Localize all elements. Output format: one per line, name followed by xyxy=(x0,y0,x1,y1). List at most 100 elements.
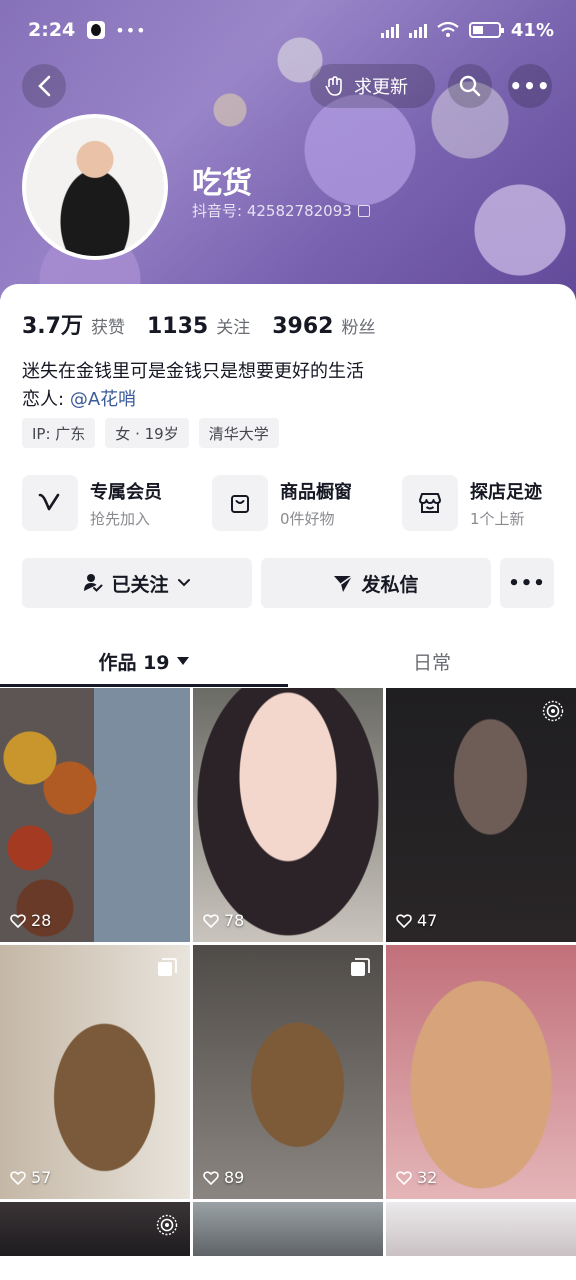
like-count-value: 89 xyxy=(224,1168,245,1187)
stat-following-count: 1135 xyxy=(146,314,209,339)
send-icon xyxy=(334,575,353,592)
more-notifications-icon: ••• xyxy=(115,20,147,40)
feature-vip[interactable]: 专属会员 抢先加入 xyxy=(22,474,212,532)
video-thumbnail[interactable]: 28 xyxy=(0,688,190,942)
live-photo-icon xyxy=(156,1214,178,1236)
caret-down-icon xyxy=(176,657,189,665)
profile-name: 吃货 xyxy=(192,166,252,201)
request-update-button[interactable]: 求更新 xyxy=(310,64,435,108)
signal-2-icon xyxy=(408,22,427,38)
bio-partner-prefix: 恋人: xyxy=(22,389,65,410)
action-row: 已关注 发私信 ••• xyxy=(22,558,554,610)
like-count: 89 xyxy=(203,1168,244,1187)
send-message-button[interactable]: 发私信 xyxy=(261,558,491,608)
chevron-down-icon xyxy=(177,579,190,587)
profile-tags: IP: 广东 女 · 19岁 清华大学 xyxy=(22,418,279,448)
profile-screen: 2:24 ••• 41% 求更新 ••• 吃货 抖音号: 42582782093 xyxy=(0,0,576,1280)
hand-wave-icon xyxy=(325,76,342,96)
stat-following[interactable]: 1135 关注 xyxy=(147,313,250,339)
tab-works[interactable]: 作品 19 xyxy=(0,636,288,686)
like-count-value: 47 xyxy=(417,911,438,930)
user-check-icon xyxy=(84,574,103,592)
like-count: 78 xyxy=(203,911,244,930)
video-thumbnail[interactable] xyxy=(193,1202,383,1256)
qq-notification-icon xyxy=(87,21,106,39)
heart-icon xyxy=(396,913,412,928)
bio-mention-link[interactable]: @A花哨 xyxy=(70,389,136,410)
multi-image-icon xyxy=(158,958,177,976)
heart-icon xyxy=(396,1170,412,1185)
avatar[interactable] xyxy=(22,114,168,260)
stat-followers[interactable]: 3962 粉丝 xyxy=(272,313,375,339)
battery-icon xyxy=(468,22,504,38)
video-thumbnail[interactable] xyxy=(0,1202,190,1256)
video-thumbnail[interactable]: 78 xyxy=(193,688,383,942)
like-count: 32 xyxy=(396,1168,437,1187)
feature-shop-title: 商品橱窗 xyxy=(280,481,352,503)
active-tab-indicator xyxy=(0,684,288,687)
feature-store-visits[interactable]: 探店足迹 1个上新 xyxy=(402,474,576,532)
feature-shop-window[interactable]: 商品橱窗 0件好物 xyxy=(212,474,402,532)
bio-line: 迷失在金钱里可是金钱只是想要更好的生活 xyxy=(22,361,364,382)
status-bar: 2:24 ••• 41% xyxy=(0,0,576,60)
more-menu-button[interactable]: ••• xyxy=(508,64,552,108)
video-thumbnail[interactable]: 47 xyxy=(386,688,576,942)
more-actions-button[interactable]: ••• xyxy=(500,558,554,608)
video-thumbnail[interactable]: 57 xyxy=(0,945,190,1199)
search-icon xyxy=(459,75,481,97)
like-count-value: 57 xyxy=(31,1168,52,1187)
stats-row: 3.7万 获赞 1135 关注 3962 粉丝 xyxy=(22,308,375,340)
heart-icon xyxy=(203,1170,219,1185)
feature-vip-sub: 抢先加入 xyxy=(90,509,151,528)
bio-partner-line: 恋人: @A花哨 xyxy=(22,386,364,414)
video-grid: 28 78 47 57 89 32 xyxy=(0,688,576,1256)
douyin-id[interactable]: 抖音号: 42582782093 xyxy=(192,200,370,221)
profile-card: 3.7万 获赞 1135 关注 3962 粉丝 迷失在金钱里可是金钱只是想要更好… xyxy=(0,284,576,1280)
tag-school[interactable]: 清华大学 xyxy=(198,418,279,448)
send-message-label: 发私信 xyxy=(361,573,419,596)
heart-icon xyxy=(10,913,26,928)
request-update-label: 求更新 xyxy=(354,77,408,98)
content-tabs: 作品 19 日常 xyxy=(0,636,576,688)
shopping-bag-icon xyxy=(212,475,268,531)
tab-daily[interactable]: 日常 xyxy=(288,636,576,686)
douyin-id-text: 抖音号: 42582782093 xyxy=(192,202,352,220)
video-thumbnail[interactable] xyxy=(386,1202,576,1256)
stat-following-label: 关注 xyxy=(216,318,251,338)
back-button[interactable] xyxy=(22,64,66,108)
like-count-value: 32 xyxy=(417,1168,438,1187)
store-icon xyxy=(402,475,458,531)
more-dots-icon: ••• xyxy=(508,572,546,594)
status-time: 2:24 xyxy=(28,19,76,41)
tab-works-label: 作品 19 xyxy=(98,651,170,674)
live-photo-icon xyxy=(542,700,564,722)
like-count-value: 28 xyxy=(31,911,52,930)
multi-image-icon xyxy=(351,958,370,976)
followed-button[interactable]: 已关注 xyxy=(22,558,252,608)
tag-ip-location: IP: 广东 xyxy=(22,418,96,448)
video-thumbnail[interactable]: 32 xyxy=(386,945,576,1199)
feature-vip-title: 专属会员 xyxy=(90,481,162,503)
battery-percent: 41% xyxy=(510,19,554,41)
stat-likes-count: 3.7万 xyxy=(22,314,83,339)
tab-daily-label: 日常 xyxy=(412,651,451,674)
tag-gender-age: 女 · 19岁 xyxy=(105,418,189,448)
stat-followers-label: 粉丝 xyxy=(341,318,376,338)
like-count: 28 xyxy=(10,911,51,930)
like-count: 47 xyxy=(396,911,437,930)
video-thumbnail[interactable]: 89 xyxy=(193,945,383,1199)
more-dots-icon: ••• xyxy=(509,74,551,98)
wifi-icon xyxy=(437,22,459,37)
stat-followers-count: 3962 xyxy=(272,314,334,339)
stat-likes-label: 获赞 xyxy=(90,318,125,338)
feature-row: 专属会员 抢先加入 商品橱窗 0件好物 探店足迹 1个上新 xyxy=(22,474,576,532)
followed-label: 已关注 xyxy=(111,573,169,596)
vip-v-icon xyxy=(22,475,78,531)
copy-icon[interactable] xyxy=(357,204,370,217)
signal-icon xyxy=(380,22,399,38)
top-nav: 求更新 ••• xyxy=(0,58,576,114)
heart-icon xyxy=(203,913,219,928)
search-button[interactable] xyxy=(448,64,492,108)
feature-shop-sub: 0件好物 xyxy=(280,509,335,528)
stat-likes: 3.7万 获赞 xyxy=(22,308,125,340)
